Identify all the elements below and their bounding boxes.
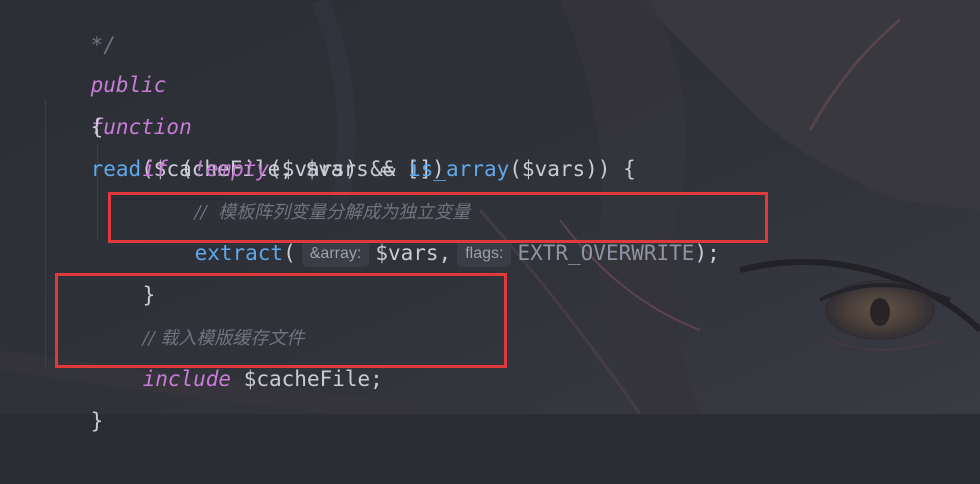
code-line-signature: public function read($cacheFile, $vars =… <box>40 22 445 181</box>
param-hint-array: &array: <box>301 241 370 267</box>
code-line-comment-end: */ <box>40 0 116 57</box>
extract-arg-const: EXTR_OVERWRITE <box>517 241 695 265</box>
highlight-box-extract <box>108 192 768 243</box>
code-line-comment1: // 模板阵列变量分解成为独立变量 <box>144 148 471 223</box>
keyword-include: include <box>142 367 232 391</box>
code-line-open-brace: { <box>40 64 104 139</box>
param-hint-flags: flags: <box>457 241 512 267</box>
include-arg: $cacheFile; <box>231 367 383 391</box>
function-extract: extract <box>194 241 284 265</box>
extract-arg-vars: $vars, <box>375 241 452 265</box>
highlight-box-include <box>55 273 507 368</box>
extract-paren: ( <box>283 241 296 265</box>
code-line-if: if (!empty($vars) && is_array($vars)) { <box>92 106 636 181</box>
close-function-brace: } <box>90 409 104 433</box>
extract-end: ); <box>694 241 720 265</box>
if-arg2: ($vars)) { <box>509 157 636 181</box>
